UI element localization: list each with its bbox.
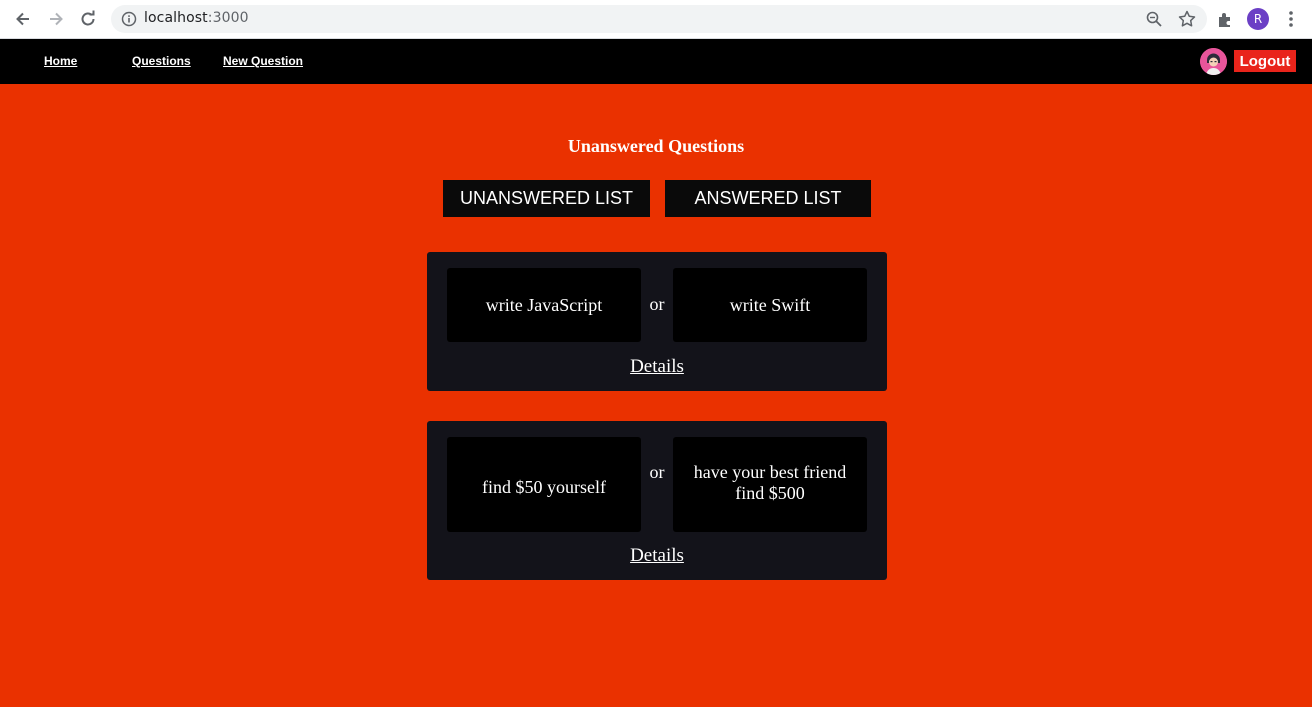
more-vertical-icon[interactable] (1284, 9, 1298, 29)
info-icon[interactable] (121, 11, 137, 27)
details-link[interactable]: Details (427, 545, 887, 567)
logout-button[interactable]: Logout (1234, 50, 1296, 72)
user-avatar (1200, 48, 1227, 75)
address-bar[interactable]: localhost:3000 (111, 5, 1207, 33)
reload-button[interactable] (77, 8, 99, 30)
details-link[interactable]: Details (427, 356, 887, 378)
unanswered-list-button[interactable]: UNANSWERED LIST (443, 180, 650, 217)
option-one[interactable]: find $50 yourself (447, 437, 641, 532)
page-title: Unanswered Questions (567, 136, 745, 156)
profile-avatar[interactable]: R (1247, 8, 1269, 30)
option-two[interactable]: write Swift (673, 268, 867, 342)
answered-list-button[interactable]: ANSWERED LIST (665, 180, 871, 217)
nav-link-questions[interactable]: Questions (132, 54, 191, 68)
browser-toolbar: localhost:3000 R (0, 0, 1312, 39)
forward-arrow-icon (50, 12, 63, 26)
or-label: or (649, 294, 665, 314)
extensions-puzzle-icon[interactable] (1216, 9, 1236, 29)
zoom-icon[interactable] (1145, 10, 1163, 28)
nav-link-new-question[interactable]: New Question (223, 54, 303, 68)
question-card: find $50 yourself or have your best frie… (427, 421, 887, 580)
or-label: or (649, 462, 665, 482)
url-text: localhost:3000 (144, 10, 249, 26)
reload-icon (81, 10, 95, 26)
option-two[interactable]: have your best friend find $500 (673, 437, 867, 532)
nav-link-home[interactable]: Home (44, 54, 77, 68)
bookmark-star-icon[interactable] (1177, 9, 1197, 29)
app-navbar: Home Questions New Question (0, 39, 1312, 84)
option-one[interactable]: write JavaScript (447, 268, 641, 342)
user-avatar-icon (1200, 48, 1227, 75)
question-card: write JavaScript or write Swift Details (427, 252, 887, 391)
forward-button[interactable] (45, 8, 67, 30)
back-arrow-icon (16, 12, 29, 26)
back-button[interactable] (12, 8, 34, 30)
